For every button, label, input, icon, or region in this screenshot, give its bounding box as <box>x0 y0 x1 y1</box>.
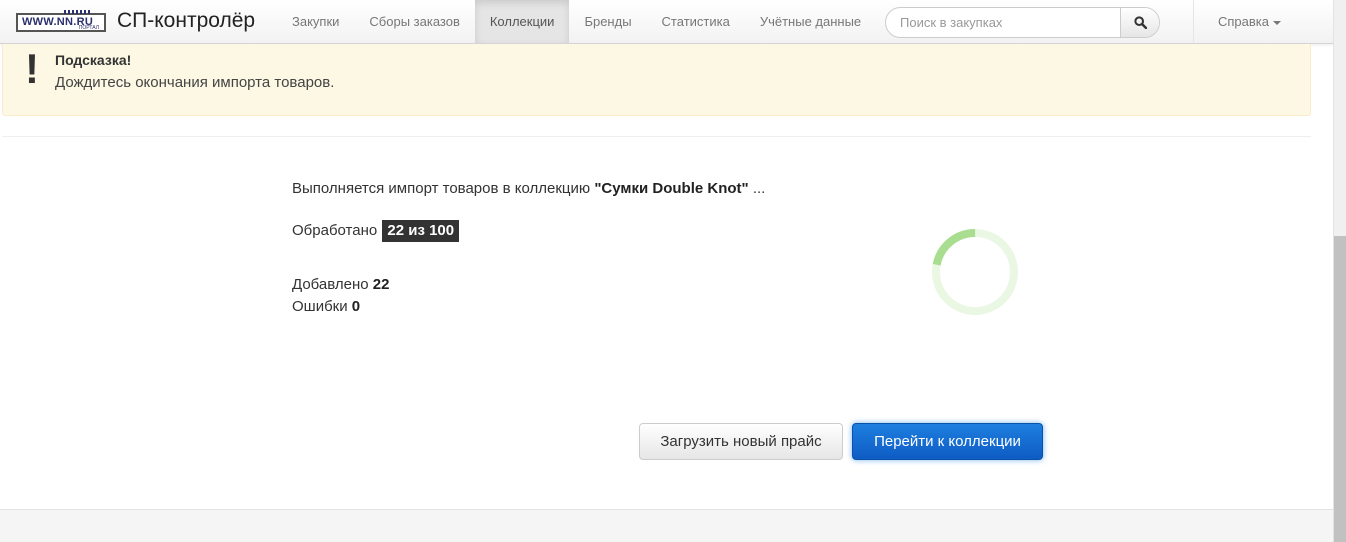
main-nav: Закупки Сборы заказов Коллекции Бренды С… <box>277 0 876 43</box>
nav-divider <box>1193 0 1194 43</box>
help-dropdown[interactable]: Справка <box>1218 0 1281 43</box>
search-box <box>885 7 1160 38</box>
import-status-suffix: ... <box>752 180 766 197</box>
caret-down-icon <box>1273 20 1281 25</box>
page: WWW.NN.RU ПОРТАЛ СП-контролёр Закупки Сб… <box>0 0 1346 542</box>
navbar: WWW.NN.RU ПОРТАЛ СП-контролёр Закупки Сб… <box>0 0 1333 44</box>
spinner-arc <box>932 229 1018 315</box>
added-count: 22 <box>372 276 390 293</box>
added-label: Добавлено <box>292 276 369 293</box>
nav-item-purchases[interactable]: Закупки <box>277 0 354 43</box>
logo-subtext: ПОРТАЛ <box>78 25 99 31</box>
processed-badge: 22 из 100 <box>382 220 460 242</box>
upload-new-price-button[interactable]: Загрузить новый прайс <box>639 423 843 460</box>
nav-item-collections[interactable]: Коллекции <box>474 0 570 43</box>
nav-item-credentials[interactable]: Учётные данные <box>745 0 876 43</box>
help-label: Справка <box>1218 14 1269 29</box>
errors-line: Ошибки 0 <box>292 298 360 315</box>
loading-spinner-icon <box>932 229 1018 315</box>
nav-item-statistics[interactable]: Статистика <box>647 0 745 43</box>
exclamation-icon: ! <box>25 45 39 92</box>
search-button[interactable] <box>1120 8 1159 37</box>
scrollbar-thumb[interactable] <box>1334 236 1346 542</box>
nav-item-order-collections[interactable]: Сборы заказов <box>354 0 474 43</box>
import-status: Выполняется импорт товаров в коллекцию "… <box>292 180 765 197</box>
go-to-collection-button[interactable]: Перейти к коллекции <box>852 423 1043 460</box>
added-line: Добавлено 22 <box>292 276 389 293</box>
logo-dots <box>64 10 92 14</box>
import-status-prefix: Выполняется импорт товаров в коллекцию <box>292 180 591 197</box>
search-input[interactable] <box>886 8 1121 37</box>
errors-label: Ошибки <box>292 298 348 315</box>
brand-title[interactable]: СП-контролёр <box>117 9 255 33</box>
processed-line: Обработано 22 из 100 <box>292 220 460 242</box>
footer <box>0 509 1333 542</box>
search-icon <box>1134 16 1147 29</box>
alert-title: Подсказка! <box>55 52 132 68</box>
collection-name: "Сумки Double Knot" <box>594 180 749 197</box>
hint-alert: ! Подсказка! Дождитесь окончания импорта… <box>2 44 1311 116</box>
divider <box>2 136 1311 137</box>
processed-label: Обработано <box>292 222 378 239</box>
alert-text: Дождитесь окончания импорта товаров. <box>55 74 335 91</box>
nav-item-brands[interactable]: Бренды <box>569 0 646 43</box>
errors-count: 0 <box>351 298 361 315</box>
site-logo[interactable]: WWW.NN.RU ПОРТАЛ <box>16 10 106 32</box>
